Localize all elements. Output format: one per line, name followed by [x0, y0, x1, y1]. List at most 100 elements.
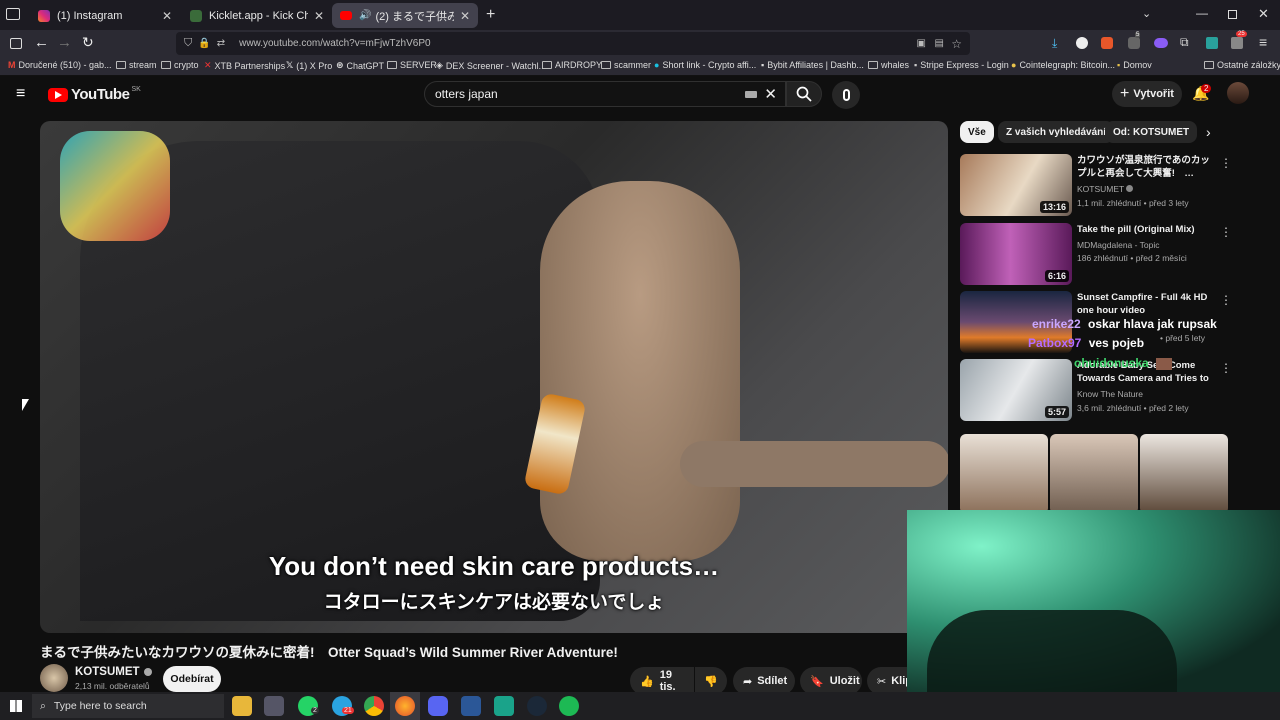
more-options-icon[interactable]: ⋮ [1220, 361, 1232, 375]
recommendation-channel[interactable]: MDMagdalena - Topic [1077, 240, 1160, 250]
app-icon[interactable] [494, 696, 514, 716]
tab-kicklet[interactable]: Kicklet.app - Kick Chatbot and C ✕ [182, 3, 332, 28]
extensions-puzzle-icon[interactable]: ⧉ [1180, 35, 1189, 50]
bookmark-link[interactable]: ⊛ ChatGPT [336, 60, 384, 71]
chips-next-chevron-icon[interactable]: › [1206, 124, 1211, 140]
bookmark-link[interactable]: ▪ Stripe Express - Login [914, 60, 1009, 70]
account-icon[interactable] [1076, 37, 1088, 49]
extension-purple-icon[interactable] [1154, 38, 1168, 48]
bookmark-folder[interactable]: AIRDROPY [542, 60, 602, 70]
tab-instagram[interactable]: (1) Instagram ✕ [30, 3, 180, 28]
close-tab-icon[interactable]: ✕ [460, 9, 470, 23]
bookmark-folder[interactable]: stream [116, 60, 157, 70]
menu-hamburger-icon[interactable]: ≡ [1259, 34, 1267, 50]
shield-icon[interactable]: ⛉ [184, 37, 192, 50]
channel-avatar[interactable] [40, 664, 68, 692]
recommendation-item[interactable]: 13:16 カワウソが温泉旅行であのカップルと再会して大興奮! … KOTSUM… [960, 154, 1232, 216]
channel-name[interactable]: KOTSUMET [75, 666, 152, 678]
video-thumbnail[interactable]: 5:57 [960, 359, 1072, 421]
share-button[interactable]: ➦ Sdílet [733, 667, 795, 695]
recommendation-title[interactable]: カワウソが温泉旅行であのカップルと再会して大興奮! … [1077, 154, 1212, 180]
firefox-icon[interactable] [395, 696, 415, 716]
recommendation-title[interactable]: Sunset Campfire - Full 4k HD one hour vi… [1077, 291, 1212, 317]
recommendation-title[interactable]: Take the pill (Original Mix) [1077, 223, 1212, 236]
bookmark-link[interactable]: ◈ DEX Screener - Watchl... [436, 60, 546, 71]
extension-fox-icon[interactable] [1101, 37, 1113, 49]
tab-overflow-chevron-icon[interactable]: ⌄ [1142, 7, 1151, 20]
more-options-icon[interactable]: ⋮ [1220, 293, 1232, 307]
recommendation-channel[interactable]: Know The Nature [1077, 389, 1143, 399]
save-button[interactable]: 🔖 Uložit [800, 667, 862, 695]
steam-icon[interactable] [527, 696, 547, 716]
bookmark-gmail[interactable]: M Doručené (510) - gab... [8, 60, 112, 70]
url-text[interactable]: www.youtube.com/watch?v=mFjwTzhV6P0 [239, 38, 430, 49]
bookmark-folder[interactable]: whales [868, 60, 909, 70]
extension-calendar-icon[interactable] [1231, 37, 1243, 49]
speaker-icon[interactable]: 🔊 [359, 10, 371, 21]
windows-start-icon[interactable] [10, 700, 22, 712]
download-icon[interactable]: ⤓ [1052, 36, 1057, 51]
app-icon[interactable] [264, 696, 284, 716]
bookmark-link[interactable]: ▪ Bybit Affiliates | Dashb... [761, 60, 864, 70]
new-tab-button[interactable]: + [486, 6, 495, 24]
search-input[interactable]: otters japan ✕ [424, 81, 786, 107]
avatar[interactable] [1227, 82, 1249, 104]
bookmark-folder[interactable]: crypto [161, 60, 199, 70]
file-explorer-icon[interactable] [232, 696, 252, 716]
voice-search-button[interactable] [832, 81, 860, 109]
clear-search-icon[interactable]: ✕ [764, 85, 777, 103]
bookmark-star-icon[interactable]: ☆ [951, 37, 962, 51]
extension-teal-icon[interactable] [1206, 37, 1218, 49]
recommendation-channel[interactable]: KOTSUMET [1077, 184, 1134, 194]
tab-list-icon[interactable] [6, 8, 20, 20]
short-thumbnail[interactable] [1050, 434, 1138, 514]
close-tab-icon[interactable]: ✕ [314, 9, 324, 23]
screenshot-icon[interactable]: ▣ [917, 38, 926, 49]
bookmark-other-folder[interactable]: Ostatné záložky [1204, 60, 1280, 70]
address-bar[interactable]: ⛉ 🔒 ⇄ www.youtube.com/watch?v=mFjwTzhV6P… [176, 32, 970, 55]
bookmark-link[interactable]: 𝕏 (1) X Pro [286, 60, 332, 71]
permissions-icon[interactable]: ⇄ [217, 38, 225, 49]
short-thumbnail[interactable] [1140, 434, 1228, 514]
recommendation-item[interactable]: 6:16 Take the pill (Original Mix) MDMagd… [960, 223, 1232, 285]
search-query-text[interactable]: otters japan [435, 87, 498, 101]
like-button[interactable]: 👍 19 tis. [630, 667, 694, 695]
bookmark-folder[interactable]: scammer [601, 60, 651, 70]
bookmark-folder[interactable]: SERVER [387, 60, 437, 70]
video-player[interactable]: You don’t need skin care products… コタローに… [40, 121, 948, 633]
spotify-icon[interactable] [559, 696, 579, 716]
maximize-button[interactable] [1228, 10, 1237, 19]
back-arrow-icon[interactable]: ← [34, 34, 49, 51]
close-window-button[interactable]: ✕ [1258, 6, 1269, 22]
youtube-logo[interactable]: YouTube SK [48, 86, 141, 103]
extension-icon[interactable] [1128, 37, 1140, 49]
forward-arrow-icon[interactable]: → [57, 34, 72, 51]
subscribe-button[interactable]: Odebírat [163, 666, 221, 692]
lock-icon[interactable]: 🔒 [198, 38, 210, 49]
short-thumbnail[interactable] [960, 434, 1048, 514]
create-button[interactable]: + Vytvořit [1112, 81, 1182, 107]
dislike-button[interactable]: 👎 [695, 667, 727, 695]
chrome-icon[interactable] [364, 696, 384, 716]
video-thumbnail[interactable]: 13:16 [960, 154, 1072, 216]
more-options-icon[interactable]: ⋮ [1220, 225, 1232, 239]
minimize-button[interactable]: — [1196, 6, 1208, 20]
close-tab-icon[interactable]: ✕ [162, 9, 172, 23]
more-options-icon[interactable]: ⋮ [1220, 156, 1232, 170]
channel-name-text[interactable]: KOTSUMET [75, 666, 140, 678]
guide-menu-icon[interactable]: ≡ [16, 85, 25, 103]
bookmark-link[interactable]: ✕ XTB Partnerships [204, 60, 285, 71]
search-button[interactable] [786, 81, 822, 107]
keyboard-icon[interactable] [745, 91, 757, 98]
video-thumbnail[interactable]: 6:16 [960, 223, 1072, 285]
discord-icon[interactable] [428, 696, 448, 716]
sidebar-toggle-icon[interactable] [10, 38, 22, 49]
chip-from-searches[interactable]: Z vašich vyhledávání [998, 121, 1115, 143]
tab-youtube[interactable]: 🔊 (2) まるで子供みたいなカ ✕ [332, 3, 478, 28]
reader-icon[interactable]: ▤ [935, 38, 944, 49]
bookmark-link[interactable]: ● Cointelegraph: Bitcoin... [1011, 60, 1115, 70]
word-icon[interactable] [461, 696, 481, 716]
bookmark-link[interactable]: ▪ Domov [1117, 60, 1152, 70]
chip-all[interactable]: Vše [960, 121, 994, 143]
reload-icon[interactable]: ↻ [82, 34, 94, 51]
